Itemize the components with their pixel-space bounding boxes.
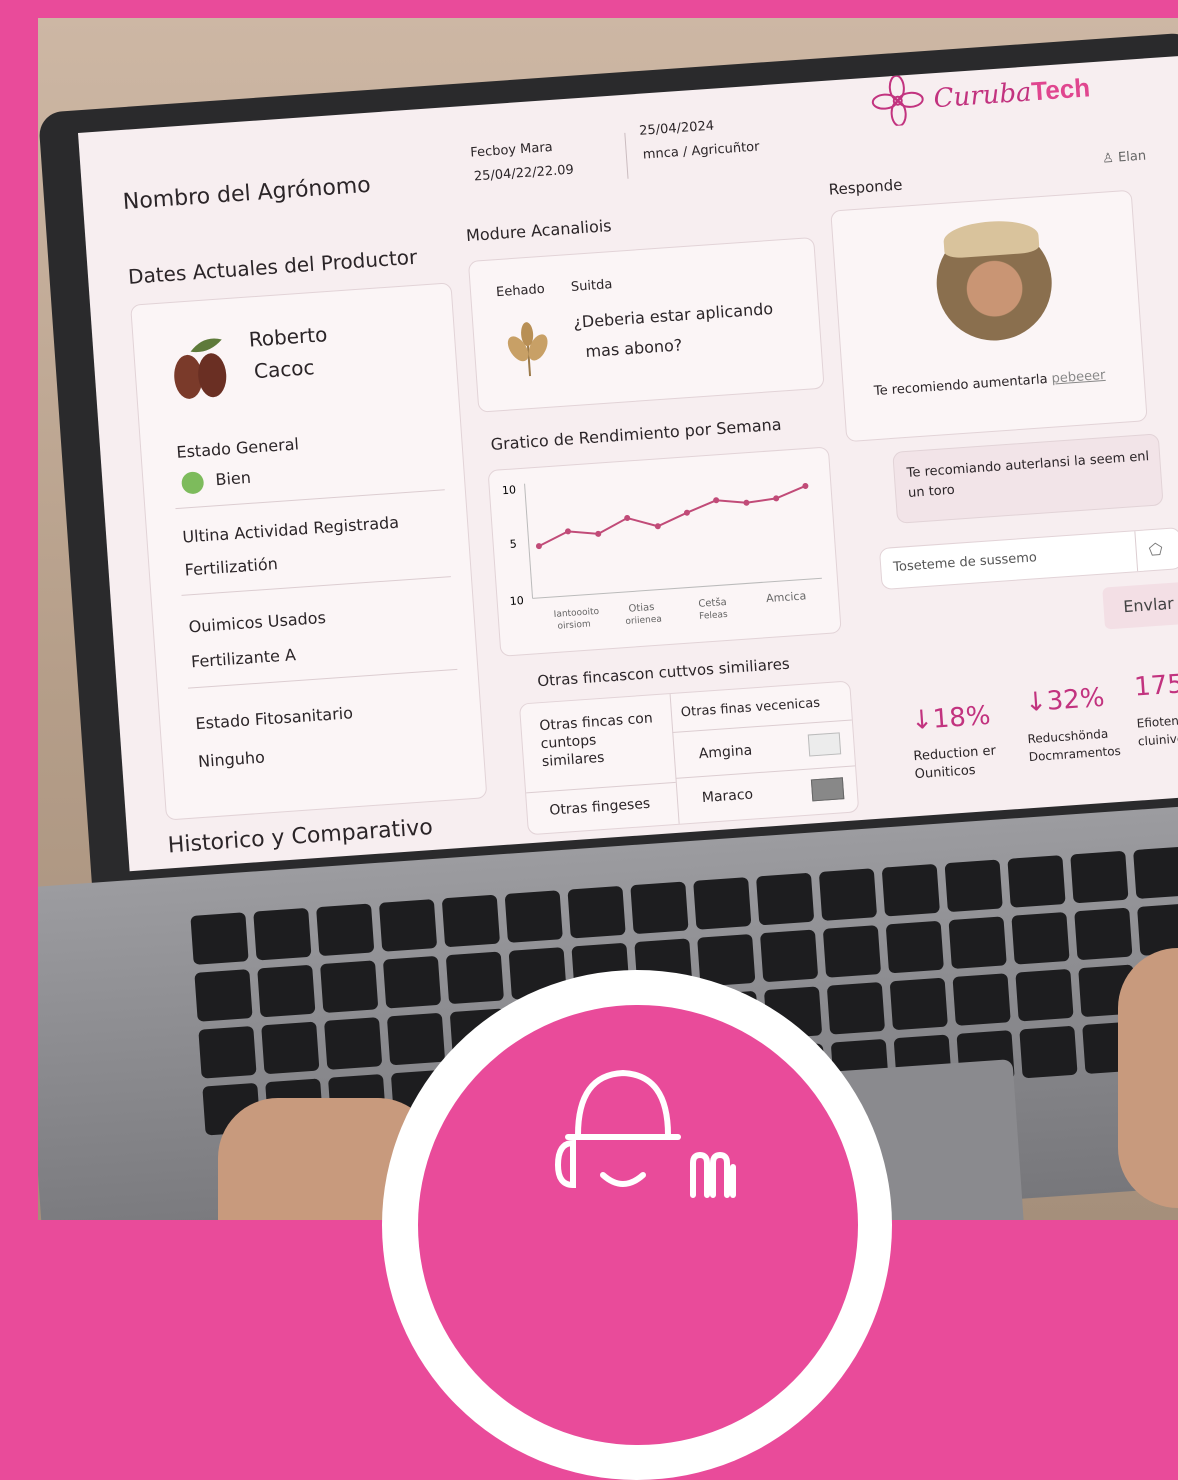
- response-title: Responde: [828, 175, 903, 199]
- x-tick-label: oirsiom: [557, 619, 591, 631]
- data-point: [802, 482, 809, 489]
- fito-value: Ninguho: [197, 747, 266, 772]
- thumbnail-icon: [810, 777, 845, 802]
- data-point: [654, 523, 661, 530]
- avatar: [932, 218, 1056, 345]
- estado-label: Estado General: [175, 434, 300, 462]
- stat-label: Reduction er Ouniticos: [913, 743, 997, 783]
- question-line1: ¿Deberia estar aplicando: [572, 298, 774, 332]
- status-dot: [180, 471, 205, 495]
- stat-value: ↓18%: [910, 700, 992, 737]
- data-point: [683, 509, 690, 516]
- y-axis: [524, 483, 534, 599]
- table-divider: [526, 781, 676, 794]
- response-card: Te recomiendo aumentarla pebeeer: [830, 189, 1148, 443]
- x-tick-label: Feleas: [699, 610, 728, 622]
- table-cell: Otras fincas con cuntops similares: [538, 710, 654, 771]
- data-point: [773, 495, 780, 502]
- table-divider: [669, 694, 680, 824]
- table-divider: [675, 765, 856, 779]
- stat-label: Reducshönda Docmramentos: [1027, 726, 1122, 765]
- stat-value: 175: [1133, 669, 1178, 703]
- stat-value: ↓32%: [1024, 682, 1106, 719]
- farmer-headset-icon: [554, 1069, 736, 1198]
- table-row[interactable]: Amgina: [698, 742, 752, 762]
- yield-line-chart: 10 5 10 Iantoooito oirsiom Otias oriiene…: [502, 482, 822, 632]
- thumbnail-icon: [807, 732, 842, 757]
- quimicos-value: Fertilizante A: [190, 645, 297, 672]
- brand-name: CurubaTech: [932, 71, 1092, 114]
- table-cell: Otras fingeses: [548, 795, 651, 819]
- chat-bubble: Te recomiando auterlansi la seem enl un …: [892, 433, 1164, 524]
- x-tick-label: Otias: [628, 602, 655, 615]
- x-tick-label: Amcica: [766, 589, 807, 605]
- table-divider: [672, 719, 852, 734]
- series-line: [538, 485, 806, 547]
- producer-section-title: Dates Actuales del Productor: [127, 244, 418, 289]
- chat-bubble-text: Te recomiando auterlansi la seem enl un …: [906, 449, 1150, 501]
- similar-title: Otras fincascon cuttvos similiares: [536, 654, 791, 691]
- right-hand: [1118, 948, 1178, 1208]
- x-tick-label: Iantoooito: [553, 607, 600, 620]
- producer-card: Roberto Cacoc Estado General Bien Ultina…: [130, 282, 488, 821]
- table-header: Otras finas vecenicas: [680, 695, 821, 721]
- send-button[interactable]: Envlar: [1102, 581, 1178, 630]
- chart-title: Gratico de Rendimiento por Semana: [490, 414, 783, 454]
- meta-name: Fecboy Mara: [469, 139, 554, 161]
- laptop-screen: Nombro del Agrónomo Fecboy Mara 25/04/22…: [78, 52, 1178, 872]
- data-point: [713, 497, 720, 504]
- tab-eehado[interactable]: Eehado: [496, 282, 546, 300]
- y-tick-label: 10: [509, 594, 524, 608]
- badge-inner: [418, 1005, 858, 1445]
- plant-icon: [507, 322, 548, 377]
- producer-name-line2: Cacoc: [253, 355, 316, 384]
- meta-date: 25/04/2024: [638, 118, 715, 139]
- similar-table: Otras fincas con cuntops similares Otras…: [518, 680, 860, 836]
- meta-datetime: 25/04/22/22.09: [473, 162, 575, 185]
- x-tick-label: oriienea: [625, 614, 662, 627]
- chart-card: 10 5 10 Iantoooito oirsiom Otias oriiene…: [487, 446, 842, 657]
- quimicos-label: Ouimicos Usados: [188, 607, 327, 637]
- analysis-section-title: Modure Acanaliois: [465, 216, 613, 246]
- question-line2: mas abono?: [584, 335, 683, 362]
- header-divider: [624, 132, 629, 179]
- recommendation-text: Te recomiendo aumentarla pebeeer: [873, 367, 1106, 400]
- actividad-value: Fertilizatión: [184, 554, 279, 580]
- x-tick-label: Cetša: [698, 596, 727, 610]
- y-tick-label: 5: [509, 537, 517, 550]
- divider: [175, 489, 445, 510]
- fito-label: Estado Fitosanitario: [194, 703, 354, 734]
- stat-label: Efiotencfu Bur cluinive: [1136, 711, 1178, 749]
- y-tick-label: 10: [502, 483, 517, 497]
- data-point: [743, 499, 750, 506]
- divider: [181, 576, 451, 596]
- flower-logo-icon: [871, 74, 924, 127]
- historico-title: Historico y Comparativo: [167, 814, 434, 859]
- cacao-icon: [174, 338, 227, 399]
- divider: [187, 668, 458, 689]
- producer-name-line1: Roberto: [247, 322, 329, 352]
- message-input[interactable]: Toseteme de sussemo ⬠: [878, 527, 1178, 591]
- tab-suitda[interactable]: Suitda: [570, 277, 612, 295]
- input-divider: [1134, 531, 1139, 572]
- top-right-user[interactable]: ♙ Elan: [1102, 149, 1147, 167]
- meta-role: mnca / Agricuñtor: [642, 139, 760, 163]
- attach-icon[interactable]: ⬠: [1148, 539, 1163, 559]
- table-row[interactable]: Maraco: [701, 787, 753, 807]
- analysis-card: Eehado Suitda ¿Deberia estar aplicando m…: [467, 236, 825, 413]
- estado-value: Bien: [214, 467, 252, 490]
- hat-icon: [942, 218, 1040, 259]
- message-input-placeholder: Toseteme de sussemo: [892, 550, 1038, 576]
- agronomist-name: Nombro del Agrónomo: [122, 172, 372, 216]
- actividad-label: Ultina Actividad Registrada: [181, 512, 400, 547]
